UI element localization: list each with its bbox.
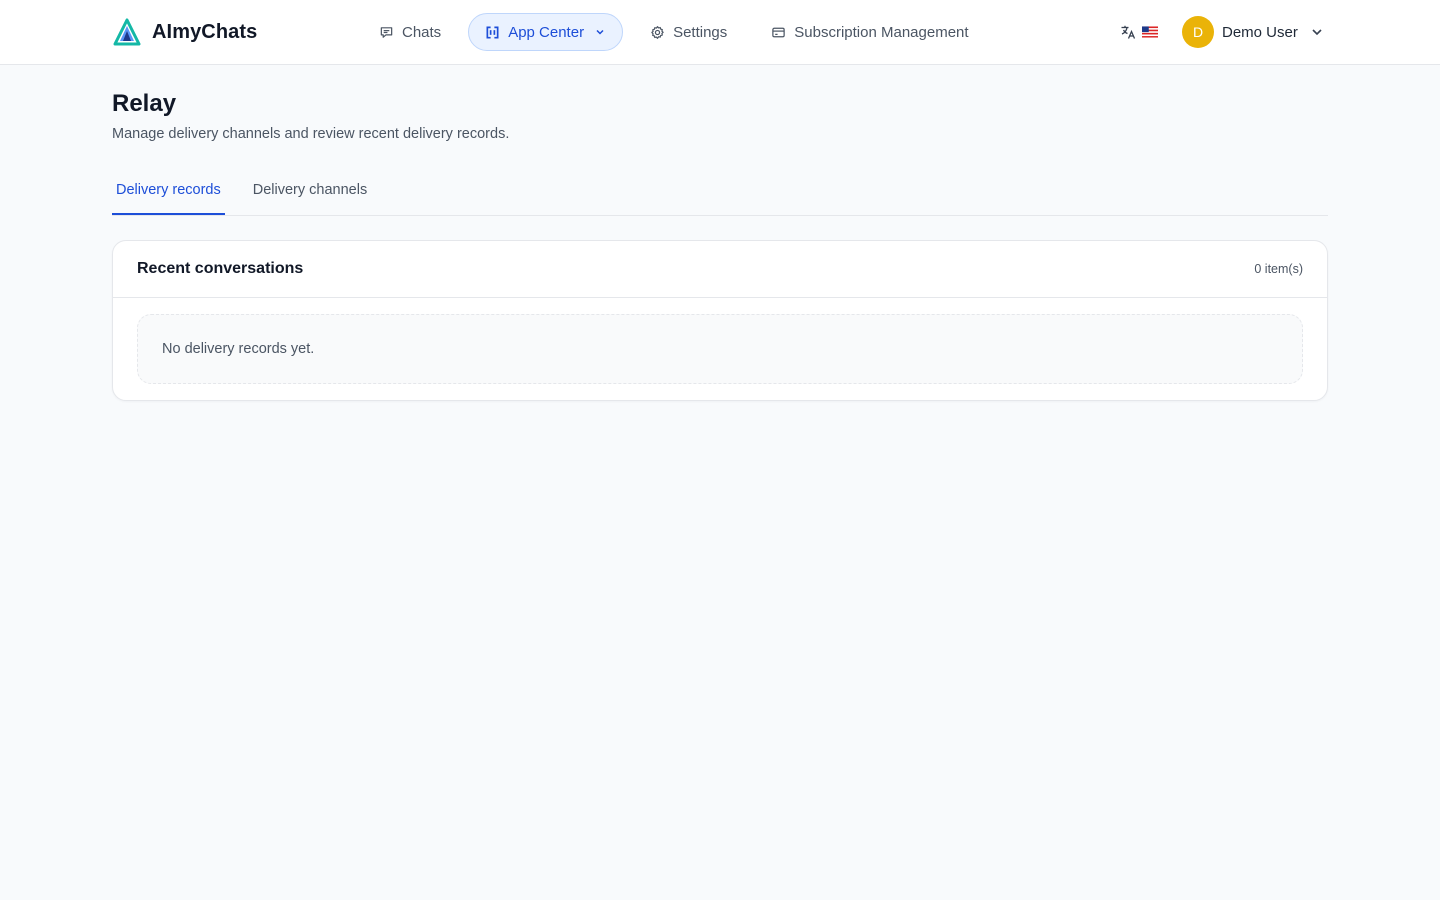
empty-state: No delivery records yet. [137, 314, 1303, 384]
tab-bar: Delivery records Delivery channels [112, 168, 1328, 216]
nav-chats-label: Chats [402, 23, 442, 41]
avatar: D [1182, 16, 1214, 48]
nav-subscription-label: Subscription Management [794, 23, 969, 41]
nav-settings-label: Settings [673, 23, 728, 41]
chat-bubble-icon [380, 26, 393, 38]
app-logo-icon [113, 18, 141, 46]
card-icon [772, 27, 786, 37]
user-name: Demo User [1222, 23, 1298, 41]
page-title: Relay [112, 90, 177, 117]
language-switcher[interactable] [1112, 18, 1166, 46]
app-center-icon [486, 26, 499, 38]
nav-chats[interactable]: Chats [362, 13, 458, 51]
item-count: 0 item(s) [1254, 262, 1303, 276]
card-header: Recent conversations 0 item(s) [113, 241, 1327, 298]
gear-icon [651, 25, 664, 39]
chevron-down-icon [596, 29, 604, 35]
recent-conversations-card: Recent conversations 0 item(s) No delive… [112, 240, 1328, 401]
brand-logo-link[interactable]: AImyChats [112, 16, 257, 48]
page-subtitle: Manage delivery channels and review rece… [112, 126, 510, 142]
tab-delivery-channels[interactable]: Delivery channels [249, 168, 371, 215]
empty-state-text: No delivery records yet. [162, 341, 315, 357]
app-name: AImyChats [152, 20, 258, 43]
user-menu[interactable]: D Demo User [1182, 16, 1324, 48]
top-bar: AImyChats Chats App Center Settings Subs… [0, 0, 1440, 65]
main-nav: Chats App Center Settings Subscription M… [362, 13, 986, 51]
nav-app-center-label: App Center [508, 23, 585, 41]
nav-settings[interactable]: Settings [633, 13, 744, 51]
translate-icon [1121, 25, 1136, 39]
tab-delivery-records[interactable]: Delivery records [112, 168, 225, 215]
nav-app-center[interactable]: App Center [468, 13, 624, 51]
card-title: Recent conversations [137, 260, 304, 277]
chevron-down-icon [1312, 29, 1322, 36]
nav-subscription-management[interactable]: Subscription Management [754, 13, 985, 51]
us-flag-icon [1142, 26, 1158, 38]
